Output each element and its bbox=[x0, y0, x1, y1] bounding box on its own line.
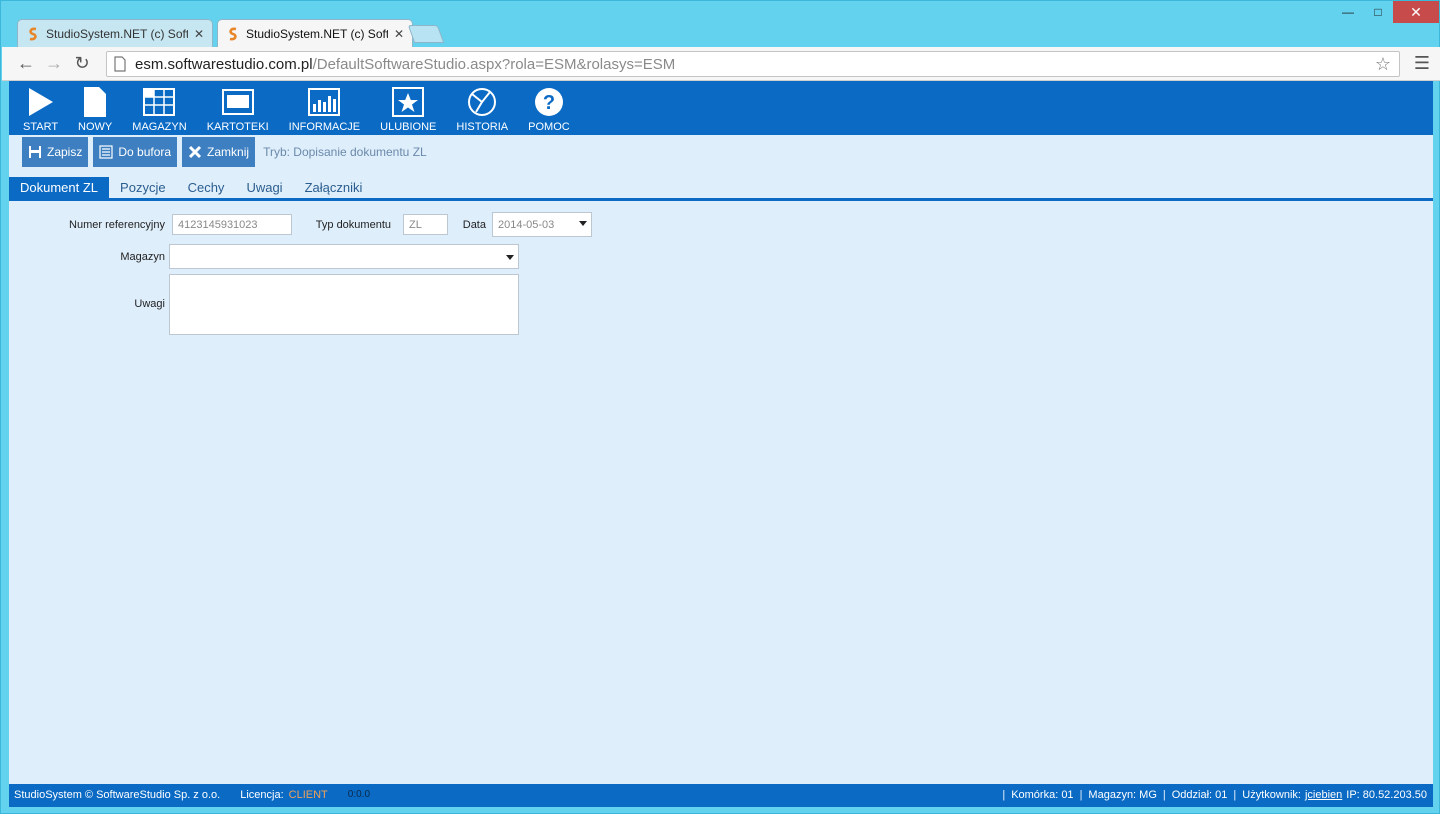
browser-menu-icon[interactable]: ☰ bbox=[1414, 53, 1430, 74]
ribbon-warehouse[interactable]: MAGAZYN bbox=[122, 81, 196, 135]
ribbon-help[interactable]: ? POMOC bbox=[518, 81, 580, 135]
ribbon-records[interactable]: KARTOTEKI bbox=[197, 81, 279, 135]
url-host: esm.softwarestudio.com.pl bbox=[135, 55, 313, 73]
page-icon bbox=[114, 56, 126, 72]
status-right: | Komórka: 01 | Magazyn: MG | Oddział: 0… bbox=[996, 789, 1427, 801]
ref-number-input[interactable]: 4123145931023 bbox=[172, 214, 292, 235]
action-bar: Zapisz Do bufora Zamknij Tryb: Dopisanie… bbox=[22, 137, 427, 167]
ribbon-information[interactable]: INFORMACJE bbox=[279, 81, 371, 135]
back-arrow-icon[interactable]: ← bbox=[12, 50, 40, 78]
ribbon-label: HISTORIA bbox=[456, 121, 509, 133]
browser-tab[interactable]: StudioSystem.NET (c) Soft ✕ bbox=[217, 19, 413, 47]
main-ribbon: START NOWY MAGAZYN KARTOTEKI INFORMACJE … bbox=[9, 81, 1433, 135]
warehouse-select[interactable] bbox=[169, 244, 519, 269]
play-icon bbox=[25, 86, 57, 118]
warehouse-text: Magazyn: MG bbox=[1088, 789, 1157, 801]
ref-number-label: Numer referencyjny bbox=[69, 219, 165, 231]
address-bar[interactable]: esm.softwarestudio.com.pl/DefaultSoftwar… bbox=[106, 51, 1400, 77]
copyright-text: StudioSystem © SoftwareStudio Sp. z o.o. bbox=[14, 789, 221, 801]
browser-toolbar: ← → ↻ esm.softwarestudio.com.pl/DefaultS… bbox=[2, 47, 1440, 81]
window-icon bbox=[221, 86, 254, 118]
ribbon-label: INFORMACJE bbox=[288, 121, 361, 133]
ribbon-start[interactable]: START bbox=[13, 81, 68, 135]
divider: | bbox=[1162, 789, 1166, 801]
user-label: Użytkownik: bbox=[1242, 789, 1301, 801]
branch-text: Oddział: 01 bbox=[1171, 789, 1228, 801]
to-buffer-label: Do bufora bbox=[118, 145, 172, 159]
grid-icon bbox=[143, 86, 176, 118]
ribbon-new[interactable]: NOWY bbox=[68, 81, 122, 135]
ribbon-favorites[interactable]: ULUBIONE bbox=[370, 81, 446, 135]
document-icon bbox=[79, 86, 111, 118]
save-label: Zapisz bbox=[47, 145, 83, 159]
tab-features[interactable]: Cechy bbox=[177, 177, 236, 198]
mode-text: Tryb: Dopisanie dokumentu ZL bbox=[263, 145, 427, 159]
window-controls: — □ ✕ bbox=[1333, 1, 1439, 25]
license-value: CLIENT bbox=[288, 789, 328, 801]
divider: | bbox=[1233, 789, 1237, 801]
bar-chart-icon bbox=[308, 86, 341, 118]
floppy-icon bbox=[28, 145, 42, 159]
to-buffer-button[interactable]: Do bufora bbox=[93, 137, 178, 167]
studio-favicon-icon bbox=[226, 27, 240, 41]
notes-label: Uwagi bbox=[134, 298, 165, 310]
tab-notes[interactable]: Uwagi bbox=[235, 177, 293, 198]
close-tab-icon[interactable]: ✕ bbox=[194, 27, 204, 41]
status-bar: StudioSystem © SoftwareStudio Sp. z o.o.… bbox=[9, 784, 1433, 807]
notes-textarea[interactable] bbox=[169, 274, 519, 335]
divider: | bbox=[1002, 789, 1006, 801]
history-icon bbox=[466, 86, 498, 118]
browser-window: — □ ✕ StudioSystem.NET (c) Soft ✕ Studio… bbox=[0, 0, 1440, 814]
save-button[interactable]: Zapisz bbox=[22, 137, 89, 167]
app-area: START NOWY MAGAZYN KARTOTEKI INFORMACJE … bbox=[9, 81, 1433, 807]
studio-favicon-icon bbox=[26, 27, 40, 41]
date-label: Data bbox=[462, 219, 486, 231]
ribbon-label: NOWY bbox=[78, 121, 113, 133]
browser-tabstrip: StudioSystem.NET (c) Soft ✕ StudioSystem… bbox=[9, 19, 609, 47]
close-tab-icon[interactable]: ✕ bbox=[394, 27, 404, 41]
url-path: /DefaultSoftwareStudio.aspx?rola=ESM&rol… bbox=[312, 55, 676, 73]
document-tabs: Dokument ZL Pozycje Cechy Uwagi Załączni… bbox=[9, 177, 1433, 201]
close-window-icon[interactable]: ✕ bbox=[1393, 1, 1439, 23]
date-value: 2014-05-03 bbox=[498, 218, 555, 231]
bookmark-star-icon[interactable]: ☆ bbox=[1375, 54, 1391, 75]
warehouse-label: Magazyn bbox=[120, 251, 165, 263]
maximize-icon[interactable]: □ bbox=[1363, 1, 1393, 23]
ribbon-label: ULUBIONE bbox=[380, 121, 437, 133]
divider: | bbox=[1079, 789, 1083, 801]
svg-text:?: ? bbox=[543, 92, 555, 114]
date-picker[interactable]: 2014-05-03 bbox=[492, 212, 592, 237]
ribbon-history[interactable]: HISTORIA bbox=[446, 81, 518, 135]
browser-tab-title: StudioSystem.NET (c) Soft bbox=[46, 26, 188, 41]
tab-attachments[interactable]: Załączniki bbox=[294, 177, 374, 198]
new-tab-button[interactable] bbox=[407, 25, 445, 43]
tab-items[interactable]: Pozycje bbox=[109, 177, 177, 198]
tab-document[interactable]: Dokument ZL bbox=[9, 177, 110, 198]
doc-type-input[interactable]: ZL bbox=[403, 214, 448, 235]
browser-tab-title: StudioSystem.NET (c) Soft bbox=[246, 26, 388, 41]
forward-arrow-icon[interactable]: → bbox=[40, 50, 68, 78]
close-icon bbox=[188, 145, 202, 159]
status-left: StudioSystem © SoftwareStudio Sp. z o.o.… bbox=[14, 789, 370, 801]
cell-text: Komórka: 01 bbox=[1011, 789, 1074, 801]
ribbon-label: KARTOTEKI bbox=[206, 121, 269, 133]
minimize-icon[interactable]: — bbox=[1333, 1, 1363, 23]
user-link[interactable]: jciebien bbox=[1305, 789, 1342, 801]
close-button[interactable]: Zamknij bbox=[182, 137, 256, 167]
help-icon: ? bbox=[533, 86, 565, 118]
star-icon bbox=[392, 86, 425, 118]
close-label: Zamknij bbox=[207, 145, 250, 159]
list-icon bbox=[99, 145, 113, 159]
chevron-down-icon[interactable] bbox=[506, 255, 514, 260]
browser-tab[interactable]: StudioSystem.NET (c) Soft ✕ bbox=[17, 19, 213, 47]
ribbon-label: START bbox=[23, 121, 59, 133]
ribbon-label: POMOC bbox=[528, 121, 570, 133]
ip-text: IP: 80.52.203.50 bbox=[1346, 789, 1427, 801]
ribbon-label: MAGAZYN bbox=[132, 121, 187, 133]
doc-type-label: Typ dokumentu bbox=[315, 219, 391, 231]
chevron-down-icon[interactable] bbox=[579, 221, 587, 226]
license-label: Licencja: bbox=[240, 789, 284, 801]
reload-icon[interactable]: ↻ bbox=[68, 50, 96, 78]
timer-text: 0:0.0 bbox=[347, 789, 371, 800]
